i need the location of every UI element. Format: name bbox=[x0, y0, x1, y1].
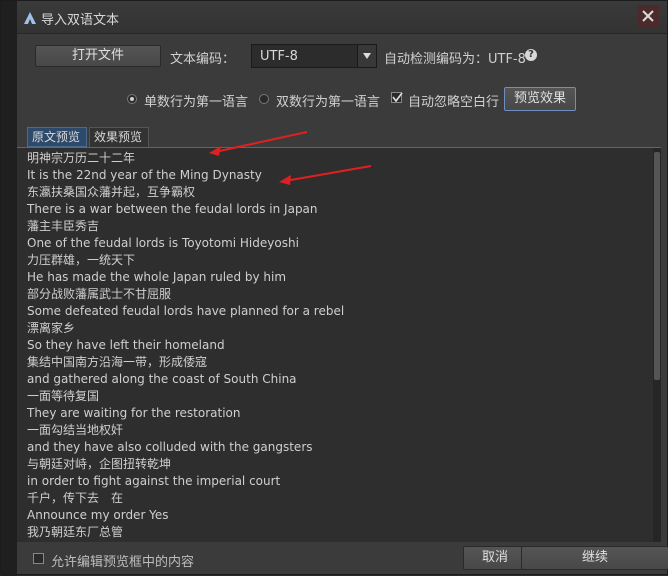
preview-line: in order to fight against the imperial c… bbox=[27, 474, 281, 488]
encoding-value: UTF-8 bbox=[260, 49, 298, 64]
preview-lines: 明神宗万历二十二年 It is the 22nd year of the Min… bbox=[27, 150, 344, 541]
even-first-label: 双数行为第一语言 bbox=[276, 95, 381, 110]
allow-edit-label: 允许编辑预览框中的内容 bbox=[51, 555, 195, 570]
cancel-button[interactable]: 取消 bbox=[463, 546, 527, 570]
preview-line: 与朝廷对峙，企图扭转乾坤 bbox=[27, 457, 172, 471]
tab-effect-preview[interactable]: 效果预览 bbox=[89, 127, 149, 147]
preview-line: 漂离家乡 bbox=[27, 321, 76, 335]
open-file-button[interactable]: 打开文件 bbox=[35, 45, 161, 67]
preview-line: One of the feudal lords is Toyotomi Hide… bbox=[27, 236, 299, 250]
preview-line: He has made the whole Japan ruled by him bbox=[27, 270, 287, 284]
checkmark-icon bbox=[392, 92, 403, 103]
source-preview-pane[interactable]: 明神宗万历二十二年 It is the 22nd year of the Min… bbox=[17, 147, 661, 542]
preview-line: 我乃朝廷东厂总管 bbox=[27, 525, 124, 539]
encoding-label: 文本编码： bbox=[170, 52, 236, 67]
close-icon bbox=[642, 10, 654, 22]
autodetect-encoding-label: 自动检测编码为：UTF-8 bbox=[384, 52, 526, 67]
help-icon[interactable]: ? bbox=[525, 49, 537, 61]
encoding-select[interactable]: UTF-8 bbox=[251, 44, 377, 68]
continue-button[interactable]: 继续 bbox=[521, 546, 668, 570]
file-toolbar: 打开文件 文本编码： UTF-8 自动检测编码为：UTF-8 ? bbox=[17, 39, 667, 73]
odd-first-radio[interactable] bbox=[127, 94, 137, 104]
options-row: 单数行为第一语言 双数行为第一语言 自动忽略空白行 预览效果 bbox=[17, 85, 667, 113]
dialog-footer: 允许编辑预览框中的内容 取消 继续 bbox=[17, 543, 668, 576]
preview-effect-button[interactable]: 预览效果 bbox=[504, 87, 576, 111]
tab-source-preview[interactable]: 原文预览 bbox=[27, 127, 87, 147]
preview-line: 藩主丰臣秀吉 bbox=[27, 219, 100, 233]
scroll-thumb[interactable] bbox=[654, 152, 660, 380]
ignore-blank-checkbox[interactable] bbox=[391, 92, 403, 103]
preview-line: Some defeated feudal lords have planned … bbox=[27, 304, 345, 318]
preview-line: and they have also colluded with the gan… bbox=[27, 440, 313, 454]
dropdown-arrow[interactable] bbox=[357, 45, 376, 67]
preview-line: 集结中国南方沿海一带，形成倭寇 bbox=[27, 355, 208, 369]
import-bilingual-dialog: 导入双语文本 打开文件 文本编码： UTF-8 自动检测编码为：UTF-8 ? … bbox=[0, 0, 668, 576]
preview-line: It is the 22nd year of the Ming Dynasty bbox=[27, 168, 262, 182]
preview-line: 明神宗万历二十二年 bbox=[27, 151, 136, 165]
preview-line: So they have left their homeland bbox=[27, 338, 225, 352]
preview-line: 东瀛扶桑国众藩并起，互争霸权 bbox=[27, 185, 196, 199]
preview-line: 力压群雄，一统天下 bbox=[27, 253, 136, 267]
preview-scrollbar[interactable] bbox=[653, 148, 661, 542]
preview-line: 部分战败藩属武士不甘屈服 bbox=[27, 287, 172, 301]
window-title: 导入双语文本 bbox=[41, 13, 120, 28]
chevron-down-icon bbox=[363, 53, 371, 59]
allow-edit-checkbox[interactable] bbox=[33, 553, 44, 564]
preview-line: 一面等待复国 bbox=[27, 389, 100, 403]
preview-line: 千户，传下去 在 bbox=[27, 491, 124, 505]
ignore-blank-label: 自动忽略空白行 bbox=[408, 95, 500, 110]
preview-line: Announce my order Yes bbox=[27, 508, 169, 522]
even-first-radio[interactable] bbox=[259, 94, 269, 104]
close-button[interactable] bbox=[637, 5, 659, 27]
titlebar: 导入双语文本 bbox=[17, 1, 667, 34]
preview-line: 一面勾结当地权奸 bbox=[27, 423, 124, 437]
preview-line: and gathered along the coast of South Ch… bbox=[27, 372, 297, 386]
preview-line: They are waiting for the restoration bbox=[27, 406, 241, 420]
odd-first-label: 单数行为第一语言 bbox=[144, 95, 249, 110]
app-logo-icon bbox=[23, 10, 37, 24]
left-edge bbox=[1, 1, 17, 576]
preview-line: There is a war between the feudal lords … bbox=[27, 202, 318, 216]
